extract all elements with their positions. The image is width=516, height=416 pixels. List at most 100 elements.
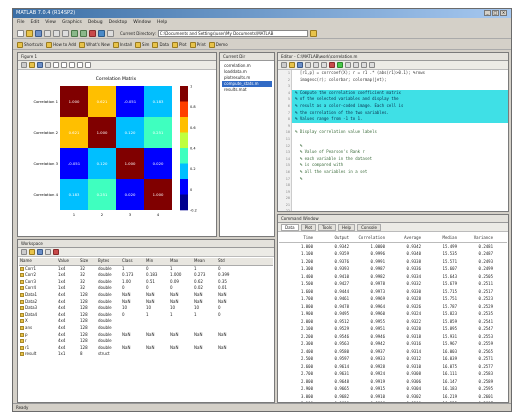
- data-column-header[interactable]: Median: [423, 234, 459, 242]
- menu-edit[interactable]: Edit: [31, 19, 40, 27]
- code-line[interactable]: % all the variables in a set: [292, 169, 508, 176]
- new-variable-icon[interactable]: [21, 249, 27, 255]
- workspace-row[interactable]: r 4x4 128 double: [19, 338, 273, 345]
- menu-desktop[interactable]: Desktop: [109, 19, 128, 27]
- data-column-header[interactable]: Variance: [459, 234, 495, 242]
- code-line[interactable]: %: [292, 143, 508, 150]
- data-row[interactable]: 3.000 0.9682 0.9910 0.9302 16.219 0.2601: [279, 393, 507, 401]
- code-line[interactable]: % Values range from -1 to 1.: [292, 116, 508, 123]
- code-line[interactable]: % the correlation of the two variables.: [292, 109, 508, 117]
- workspace-column-header[interactable]: Std: [217, 258, 241, 265]
- shortcut-print[interactable]: Print: [189, 41, 206, 48]
- code-line[interactable]: % Display correlation value labels: [292, 129, 508, 136]
- data-row[interactable]: 1.600 0.9444 0.9973 0.9330 15.715 0.2517: [279, 288, 507, 296]
- editor-body[interactable]: 1234567891011121314151617181920212223242…: [278, 70, 508, 211]
- workspace-row[interactable]: r1 4x4 128 double NaN NaN NaN NaN NaN: [19, 345, 273, 352]
- workspace-row[interactable]: Corr2 1x4 32 double 0.173 0.183 1.000 0.273 0.39…: [19, 272, 273, 279]
- zoom-in-icon[interactable]: [61, 62, 67, 68]
- new-figure-icon[interactable]: [21, 62, 27, 68]
- browse-folder-icon[interactable]: [309, 29, 317, 37]
- save-icon[interactable]: [35, 29, 42, 37]
- data-row[interactable]: 2.800 0.9648 0.9919 0.9306 16.147 0.2589: [279, 378, 507, 386]
- zoom-out-icon[interactable]: [69, 62, 75, 68]
- tab-help[interactable]: Help: [337, 223, 356, 231]
- code-line[interactable]: imagesc(r); colorbar; colormap(jet);: [292, 77, 508, 84]
- code-line[interactable]: [r1,p] = corrcoef(X); r = r1 .* (abs(r1)…: [292, 70, 508, 77]
- data-row[interactable]: 2.900 0.9665 0.9915 0.9304 16.183 0.2595: [279, 385, 507, 393]
- workspace-row[interactable]: Data3 4x4 128 double 10 10 10 10 0: [19, 305, 273, 312]
- copy-script-icon[interactable]: [313, 62, 319, 68]
- paste-script-icon[interactable]: [321, 62, 327, 68]
- step-out-icon[interactable]: [361, 62, 367, 68]
- data-row[interactable]: 2.500 0.9597 0.9933 0.9312 16.039 0.2571: [279, 355, 507, 363]
- data-row[interactable]: 2.700 0.9631 0.9924 0.9308 16.111 0.2583: [279, 370, 507, 378]
- menu-view[interactable]: View: [45, 19, 56, 27]
- shortcut-plot[interactable]: Plot: [172, 41, 187, 48]
- help-icon[interactable]: [107, 29, 114, 37]
- arrow-icon[interactable]: [53, 62, 59, 68]
- step-icon[interactable]: [345, 62, 351, 68]
- workspace-column-header[interactable]: Max: [169, 258, 193, 265]
- pan-icon[interactable]: [77, 62, 83, 68]
- menu-graphics[interactable]: Graphics: [62, 19, 82, 27]
- workspace-column-header[interactable]: Value: [57, 258, 79, 265]
- stop-icon[interactable]: [369, 62, 375, 68]
- data-row[interactable]: 1.700 0.9461 0.9969 0.9328 15.751 0.2523: [279, 295, 507, 303]
- code-line[interactable]: % is compared with: [292, 162, 508, 169]
- new-script-icon[interactable]: [281, 62, 287, 68]
- workspace-row[interactable]: X 4x4 128 double: [19, 318, 273, 325]
- menu-help[interactable]: Help: [157, 19, 167, 27]
- workspace-column-header[interactable]: Class: [121, 258, 145, 265]
- menu-debug[interactable]: Debug: [88, 19, 103, 27]
- data-row[interactable]: 1.900 0.9495 0.9960 0.9324 15.823 0.2535: [279, 310, 507, 318]
- code-line[interactable]: % Value of Pearson's Rank r: [292, 149, 508, 156]
- menu-file[interactable]: File: [17, 19, 25, 27]
- data-row[interactable]: 1.100 0.9359 0.9996 0.9340 15.535 0.2487: [279, 250, 507, 258]
- data-row[interactable]: 1.300 0.9393 0.9987 0.9336 15.607 0.2499: [279, 265, 507, 273]
- tab-plot[interactable]: Plot: [300, 223, 317, 231]
- code-line[interactable]: % each variable in the dataset: [292, 156, 508, 163]
- code-line[interactable]: % of the selected variables and display …: [292, 96, 508, 103]
- data-row[interactable]: 1.500 0.9427 0.9978 0.9332 15.679 0.2511: [279, 280, 507, 288]
- tab-data[interactable]: Data: [281, 223, 299, 231]
- step-in-icon[interactable]: [353, 62, 359, 68]
- open-script-icon[interactable]: [289, 62, 295, 68]
- data-row[interactable]: 1.000 0.9342 1.0000 0.9342 15.499 0.2481: [279, 243, 507, 251]
- workspace-row[interactable]: Corr3 1x4 32 double 1.00 0.51 0.09 0.62 0.35: [19, 279, 273, 286]
- code-line[interactable]: [292, 123, 508, 130]
- data-row[interactable]: 2.000 0.9512 0.9955 0.9322 15.859 0.2541: [279, 318, 507, 326]
- minimize-button[interactable]: _: [484, 10, 491, 16]
- open-folder-icon[interactable]: [26, 29, 33, 37]
- workspace-row[interactable]: result 1x1 8 struct: [19, 351, 273, 358]
- workspace-row[interactable]: p 4x4 128 double NaN NaN NaN NaN NaN: [19, 332, 273, 339]
- tab-tools[interactable]: Tools: [318, 223, 336, 231]
- shortcut-install[interactable]: Install: [112, 41, 132, 48]
- breakpoint-icon[interactable]: [329, 62, 335, 68]
- workspace-row[interactable]: Data1 4x4 128 double NaN NaN NaN NaN NaN: [19, 292, 273, 299]
- rotate-icon[interactable]: [85, 62, 91, 68]
- run-icon[interactable]: [337, 62, 343, 68]
- data-row[interactable]: 1.400 0.9410 0.9982 0.9334 15.643 0.2505: [279, 273, 507, 281]
- open-icon[interactable]: [29, 62, 35, 68]
- code-line[interactable]: % result as a color-coded image. Each ce…: [292, 102, 508, 110]
- menu-window[interactable]: Window: [133, 19, 151, 27]
- shortcut-how-to-add[interactable]: How to Add: [46, 41, 76, 48]
- data-row[interactable]: 1.800 0.9478 0.9964 0.9326 15.787 0.2529: [279, 303, 507, 311]
- simulink-icon[interactable]: [89, 29, 96, 37]
- shortcut-demo[interactable]: Demo: [208, 41, 228, 48]
- data-column-header[interactable]: Time: [279, 234, 315, 242]
- data-column-header[interactable]: Output: [315, 234, 351, 242]
- workspace-row[interactable]: Corr4 1x4 32 double 0 0 0 0.02 0.01: [19, 285, 273, 292]
- print-icon[interactable]: [45, 62, 51, 68]
- close-button[interactable]: ×: [500, 10, 507, 16]
- workspace-column-header[interactable]: Bytes: [97, 258, 121, 265]
- workspace-column-header[interactable]: Size: [79, 258, 97, 265]
- shortcut-sim[interactable]: Sim: [134, 41, 149, 48]
- workspace-column-header[interactable]: Mean: [193, 258, 217, 265]
- code-line[interactable]: % Compute the correlation coefficient ma…: [292, 89, 508, 97]
- workspace-row[interactable]: Corr1 1x4 32 double 1 0 1 1 0: [19, 266, 273, 273]
- data-column-header[interactable]: Correlation: [351, 234, 387, 242]
- shortcut-data[interactable]: Data: [152, 41, 169, 48]
- workspace-row[interactable]: ans 4x4 128 double: [19, 325, 273, 332]
- import-icon[interactable]: [29, 249, 35, 255]
